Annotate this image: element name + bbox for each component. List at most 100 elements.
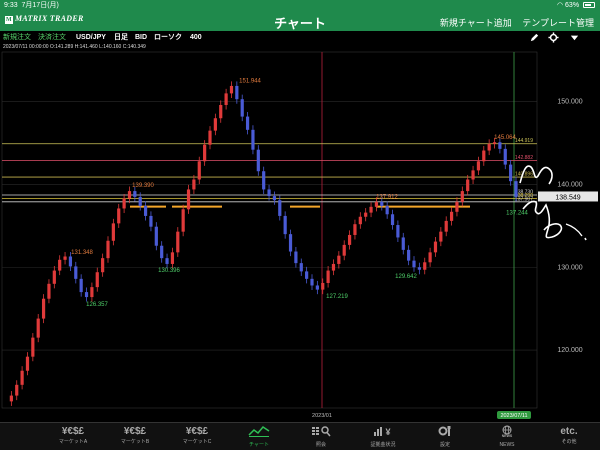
candle: [111, 223, 115, 241]
candle: [331, 263, 336, 271]
gear-icon[interactable]: [548, 32, 559, 43]
svg-text:¥: ¥: [385, 427, 390, 437]
candle: [170, 252, 175, 264]
candle: [476, 161, 481, 171]
candle: [58, 259, 62, 271]
candle: [364, 212, 368, 217]
candle: [288, 234, 293, 252]
candle: [337, 255, 341, 264]
high-label: 145.064: [494, 135, 516, 141]
horizontal-lines: 144.919142.882140.896138.730138.290137.9…: [2, 138, 537, 208]
candle: [213, 118, 217, 131]
low-label: 126.357: [86, 302, 108, 308]
svg-text:NEWS: NEWS: [502, 434, 513, 437]
candle: [25, 356, 30, 371]
candle: [433, 241, 438, 253]
candle: [310, 278, 314, 286]
candle: [240, 99, 244, 117]
tab-margin[interactable]: ¥ 証拠金状況: [355, 425, 411, 449]
candle: [305, 271, 309, 279]
candle: [36, 318, 40, 338]
price-axis-label: 150.000: [557, 99, 582, 106]
candle: [267, 189, 271, 197]
tab-more[interactable]: etc. その他: [541, 425, 597, 449]
candle: [342, 244, 346, 256]
add-chart-button[interactable]: 新規チャート追加: [440, 18, 512, 28]
candle: [95, 272, 99, 288]
candle: [47, 283, 51, 299]
candle: [127, 191, 132, 199]
candle: [444, 220, 448, 232]
settle-order-button[interactable]: 決済注文: [38, 31, 66, 44]
candlestick-chart[interactable]: 144.919142.882140.896138.730138.290137.9…: [0, 50, 600, 422]
tab-currency[interactable]: ¥€$£ マーケットC: [169, 425, 225, 449]
candle: [9, 395, 13, 402]
candle: [197, 161, 201, 180]
candle: [417, 267, 421, 270]
tab-label: マーケットA: [58, 439, 88, 445]
candle: [106, 240, 110, 259]
candle: [245, 116, 250, 130]
candle: [369, 206, 373, 213]
candle: [63, 256, 67, 260]
price-axis: 150.000 140.000 130.000 120.000 138.549 2023/…: [312, 99, 598, 419]
search-grid-icon: [293, 425, 349, 441]
price-annotations: 151.944 145.064 139.390 137.912 131.348 126.3…: [71, 79, 528, 309]
pencil-icon[interactable]: [529, 32, 540, 43]
candles: [9, 81, 518, 406]
new-order-button[interactable]: 新規注文: [3, 31, 31, 44]
hline-value-label: 142.882: [515, 155, 533, 161]
bar-count-selector[interactable]: 400: [190, 31, 202, 44]
chart-icon: [231, 425, 287, 441]
tab-search-grid[interactable]: 照会: [293, 425, 349, 449]
bottom-tab-bar: ¥€$£ マーケットA ¥€$£ マーケットB ¥€$£ マーケットC チャート 照会 ¥ 証拠金…: [0, 422, 600, 450]
tab-chart[interactable]: チャート: [231, 425, 287, 449]
candle: [514, 181, 518, 197]
template-manage-button[interactable]: テンプレート管理: [522, 18, 594, 28]
candle: [149, 215, 153, 227]
tab-settings[interactable]: 設定: [417, 425, 473, 449]
candle: [396, 225, 400, 238]
candle: [428, 252, 432, 263]
candle: [353, 224, 357, 235]
candle: [224, 93, 228, 105]
candle: [74, 266, 78, 279]
candle: [203, 144, 207, 162]
tab-label: マーケットB: [120, 439, 150, 445]
candle: [315, 285, 319, 290]
tab-label: マーケットC: [182, 439, 212, 445]
tab-currency[interactable]: ¥€$£ マーケットA: [45, 425, 101, 449]
low-label: 137.244: [506, 210, 528, 216]
current-date-label: 2023/07/11: [500, 413, 527, 419]
tab-label: その他: [561, 439, 577, 445]
candle: [272, 196, 277, 201]
current-price-label: 138.549: [555, 194, 580, 201]
tab-label: 証拠金状況: [370, 442, 396, 448]
battery-icon: [583, 2, 595, 9]
timeframe-selector[interactable]: 日足: [114, 31, 128, 44]
candle: [192, 179, 196, 190]
candle: [165, 258, 169, 264]
high-label: 151.944: [239, 79, 261, 85]
candle: [101, 258, 105, 273]
candle: [143, 205, 148, 216]
candle: [186, 189, 191, 210]
pair-selector[interactable]: USD/JPY: [76, 31, 106, 44]
candle: [117, 208, 121, 224]
chart-style-selector[interactable]: ローソク: [154, 31, 182, 44]
candle: [176, 231, 180, 253]
tab-currency[interactable]: ¥€$£ マーケットB: [107, 425, 163, 449]
currency-icon: ¥€$£: [123, 426, 147, 437]
collapse-icon[interactable]: [569, 32, 580, 43]
status-date: 7月17日(月): [21, 2, 59, 9]
candle: [380, 201, 384, 206]
tab-news[interactable]: NEWS NEWS: [479, 425, 535, 449]
candle: [503, 148, 507, 165]
tab-label: NEWS: [499, 442, 515, 448]
candle: [407, 249, 411, 261]
price-type-selector[interactable]: BID: [135, 31, 147, 44]
status-battery: ◠ 63%: [557, 0, 595, 11]
tab-label: チャート: [249, 442, 269, 448]
candle: [154, 226, 158, 246]
candle: [52, 270, 56, 284]
